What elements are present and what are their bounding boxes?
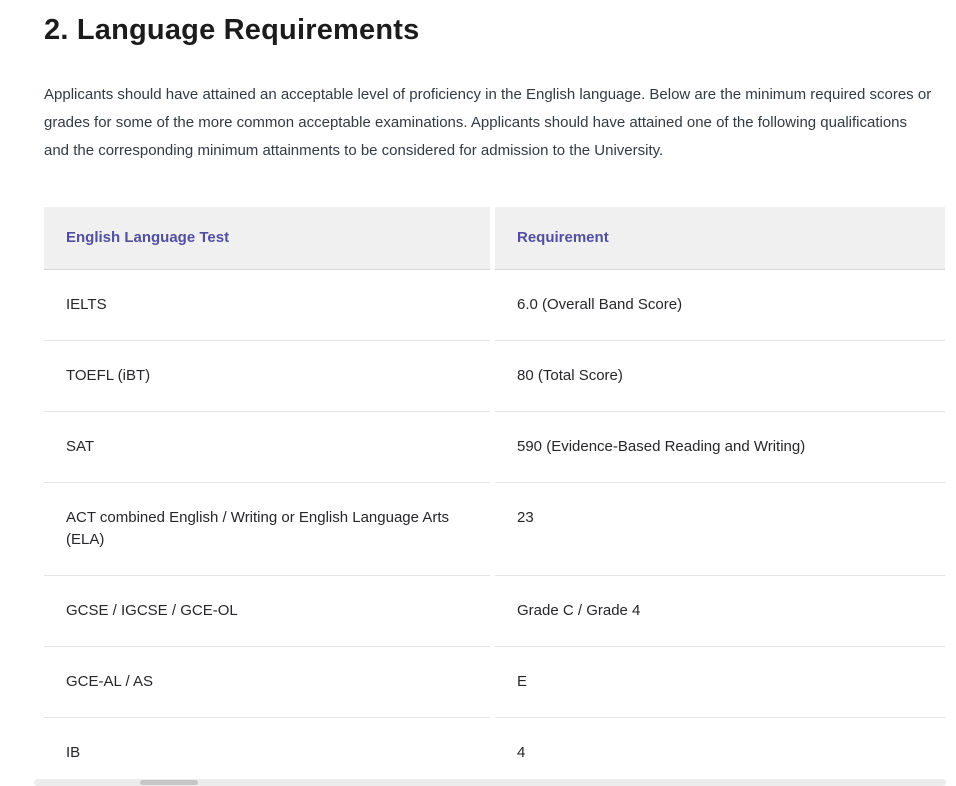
requirement-cell-gce-al: E: [495, 647, 945, 718]
requirement-cell-ib: 4: [495, 718, 945, 786]
page-title: 2. Language Requirements: [44, 14, 944, 47]
requirement-cell-ielts: 6.0 (Overall Band Score): [495, 270, 945, 341]
table-header-english-language-test: English Language Test: [44, 207, 490, 270]
test-cell-act: ACT combined English / Writing or Englis…: [44, 483, 490, 576]
test-cell-toefl: TOEFL (iBT): [44, 341, 490, 412]
requirement-cell-gcse: Grade C / Grade 4: [495, 576, 945, 647]
test-cell-gce-al: GCE-AL / AS: [44, 647, 490, 718]
horizontal-scrollbar-thumb[interactable]: [140, 780, 198, 785]
intro-paragraph: Applicants should have attained an accep…: [44, 81, 936, 165]
test-cell-gcse: GCSE / IGCSE / GCE-OL: [44, 576, 490, 647]
test-cell-ib: IB: [44, 718, 490, 786]
requirement-cell-act: 23: [495, 483, 945, 576]
language-requirements-table: English Language Test Requirement IELTS …: [44, 207, 945, 786]
table-header-requirement: Requirement: [495, 207, 945, 270]
test-cell-sat: SAT: [44, 412, 490, 483]
content-page: 2. Language Requirements Applicants shou…: [0, 0, 956, 786]
requirement-cell-toefl: 80 (Total Score): [495, 341, 945, 412]
requirement-cell-sat: 590 (Evidence-Based Reading and Writing): [495, 412, 945, 483]
horizontal-scrollbar[interactable]: [34, 779, 946, 786]
test-cell-ielts: IELTS: [44, 270, 490, 341]
